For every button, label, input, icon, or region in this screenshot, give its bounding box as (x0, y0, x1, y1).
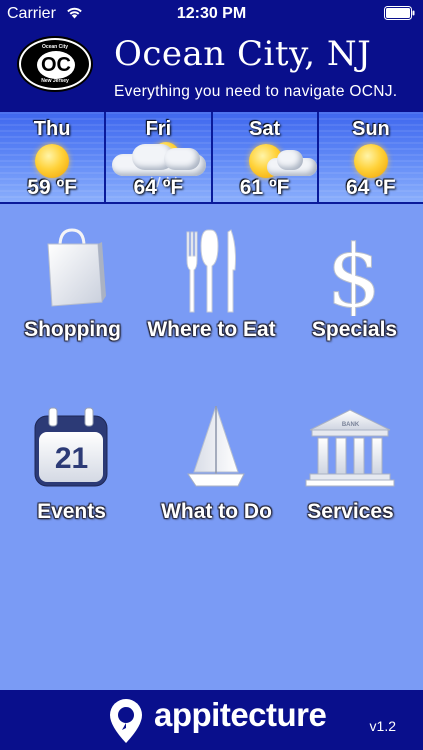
menu-label: Specials (311, 318, 398, 341)
weather-forecast[interactable]: Thu 59 ºF Fri 64 ºF Sat 61 ºF Sun 64 ºF (0, 112, 423, 204)
day-temp: 64 ºF (133, 176, 184, 199)
sunny-icon (35, 144, 70, 178)
ocean-city-logo: Ocean City OC New Jersey (19, 38, 91, 90)
weather-day-sat[interactable]: Sat 61 ºF (212, 112, 319, 202)
sailboat-icon (187, 406, 245, 487)
weather-day-sun[interactable]: Sun 64 ºF (318, 112, 423, 202)
weather-day-fri[interactable]: Fri 64 ºF (106, 112, 213, 202)
logo-top-text: Ocean City (41, 44, 69, 50)
app-title: Ocean City, NJ (114, 34, 372, 74)
logo-main-text: OC (37, 51, 75, 79)
menu-label: Services (307, 500, 394, 523)
day-name: Sun (351, 118, 390, 140)
menu-label: What to Do (161, 500, 272, 523)
menu-events[interactable]: 21 Events (1, 406, 142, 528)
day-name: Sat (249, 118, 281, 140)
dollar-icon: $ (326, 227, 382, 317)
weather-day-thu[interactable]: Thu 59 ºF (0, 112, 107, 202)
menu-services[interactable]: BANK Services (280, 406, 421, 528)
version-label: v1.2 (369, 718, 396, 734)
menu-where-to-eat[interactable]: Where to Eat (141, 226, 282, 348)
bank-sign: BANK (341, 422, 360, 428)
brand-name[interactable]: appitecture (154, 696, 327, 734)
utensils-icon (186, 229, 236, 313)
day-temp: 64 ºF (346, 176, 396, 199)
cloud-shape (164, 148, 201, 170)
header: Carrier 12:30 PM Ocean City OC New Jerse… (0, 0, 423, 112)
menu-shopping[interactable]: Shopping (2, 226, 143, 348)
day-temp: 59 ºF (27, 176, 77, 199)
status-bar: Carrier 12:30 PM (0, 0, 423, 28)
day-temp: 61 ºF (239, 176, 290, 199)
bank-icon (305, 409, 395, 487)
app-subtitle: Everything you need to navigate OCNJ. (114, 83, 398, 100)
shopping-bag-icon (47, 228, 106, 307)
status-time: 12:30 PM (176, 5, 247, 22)
footer: appitecture v1.2 (0, 690, 423, 750)
day-name: Thu (33, 118, 71, 140)
day-name: Fri (145, 118, 172, 140)
menu-label: Where to Eat (147, 318, 276, 341)
logo-bottom-text: New Jersey (41, 78, 69, 84)
menu-label: Shopping (24, 318, 121, 341)
cloud-shape (276, 150, 303, 170)
sunny-icon (353, 144, 388, 178)
battery-icon (384, 6, 415, 20)
map-pin-icon[interactable] (108, 698, 144, 744)
menu-label: Events (37, 500, 106, 523)
menu-what-to-do[interactable]: What to Do (146, 406, 287, 528)
calendar-day: 21 (54, 442, 89, 475)
svg-text:$: $ (327, 227, 382, 316)
menu-specials[interactable]: $ Specials (284, 226, 423, 348)
